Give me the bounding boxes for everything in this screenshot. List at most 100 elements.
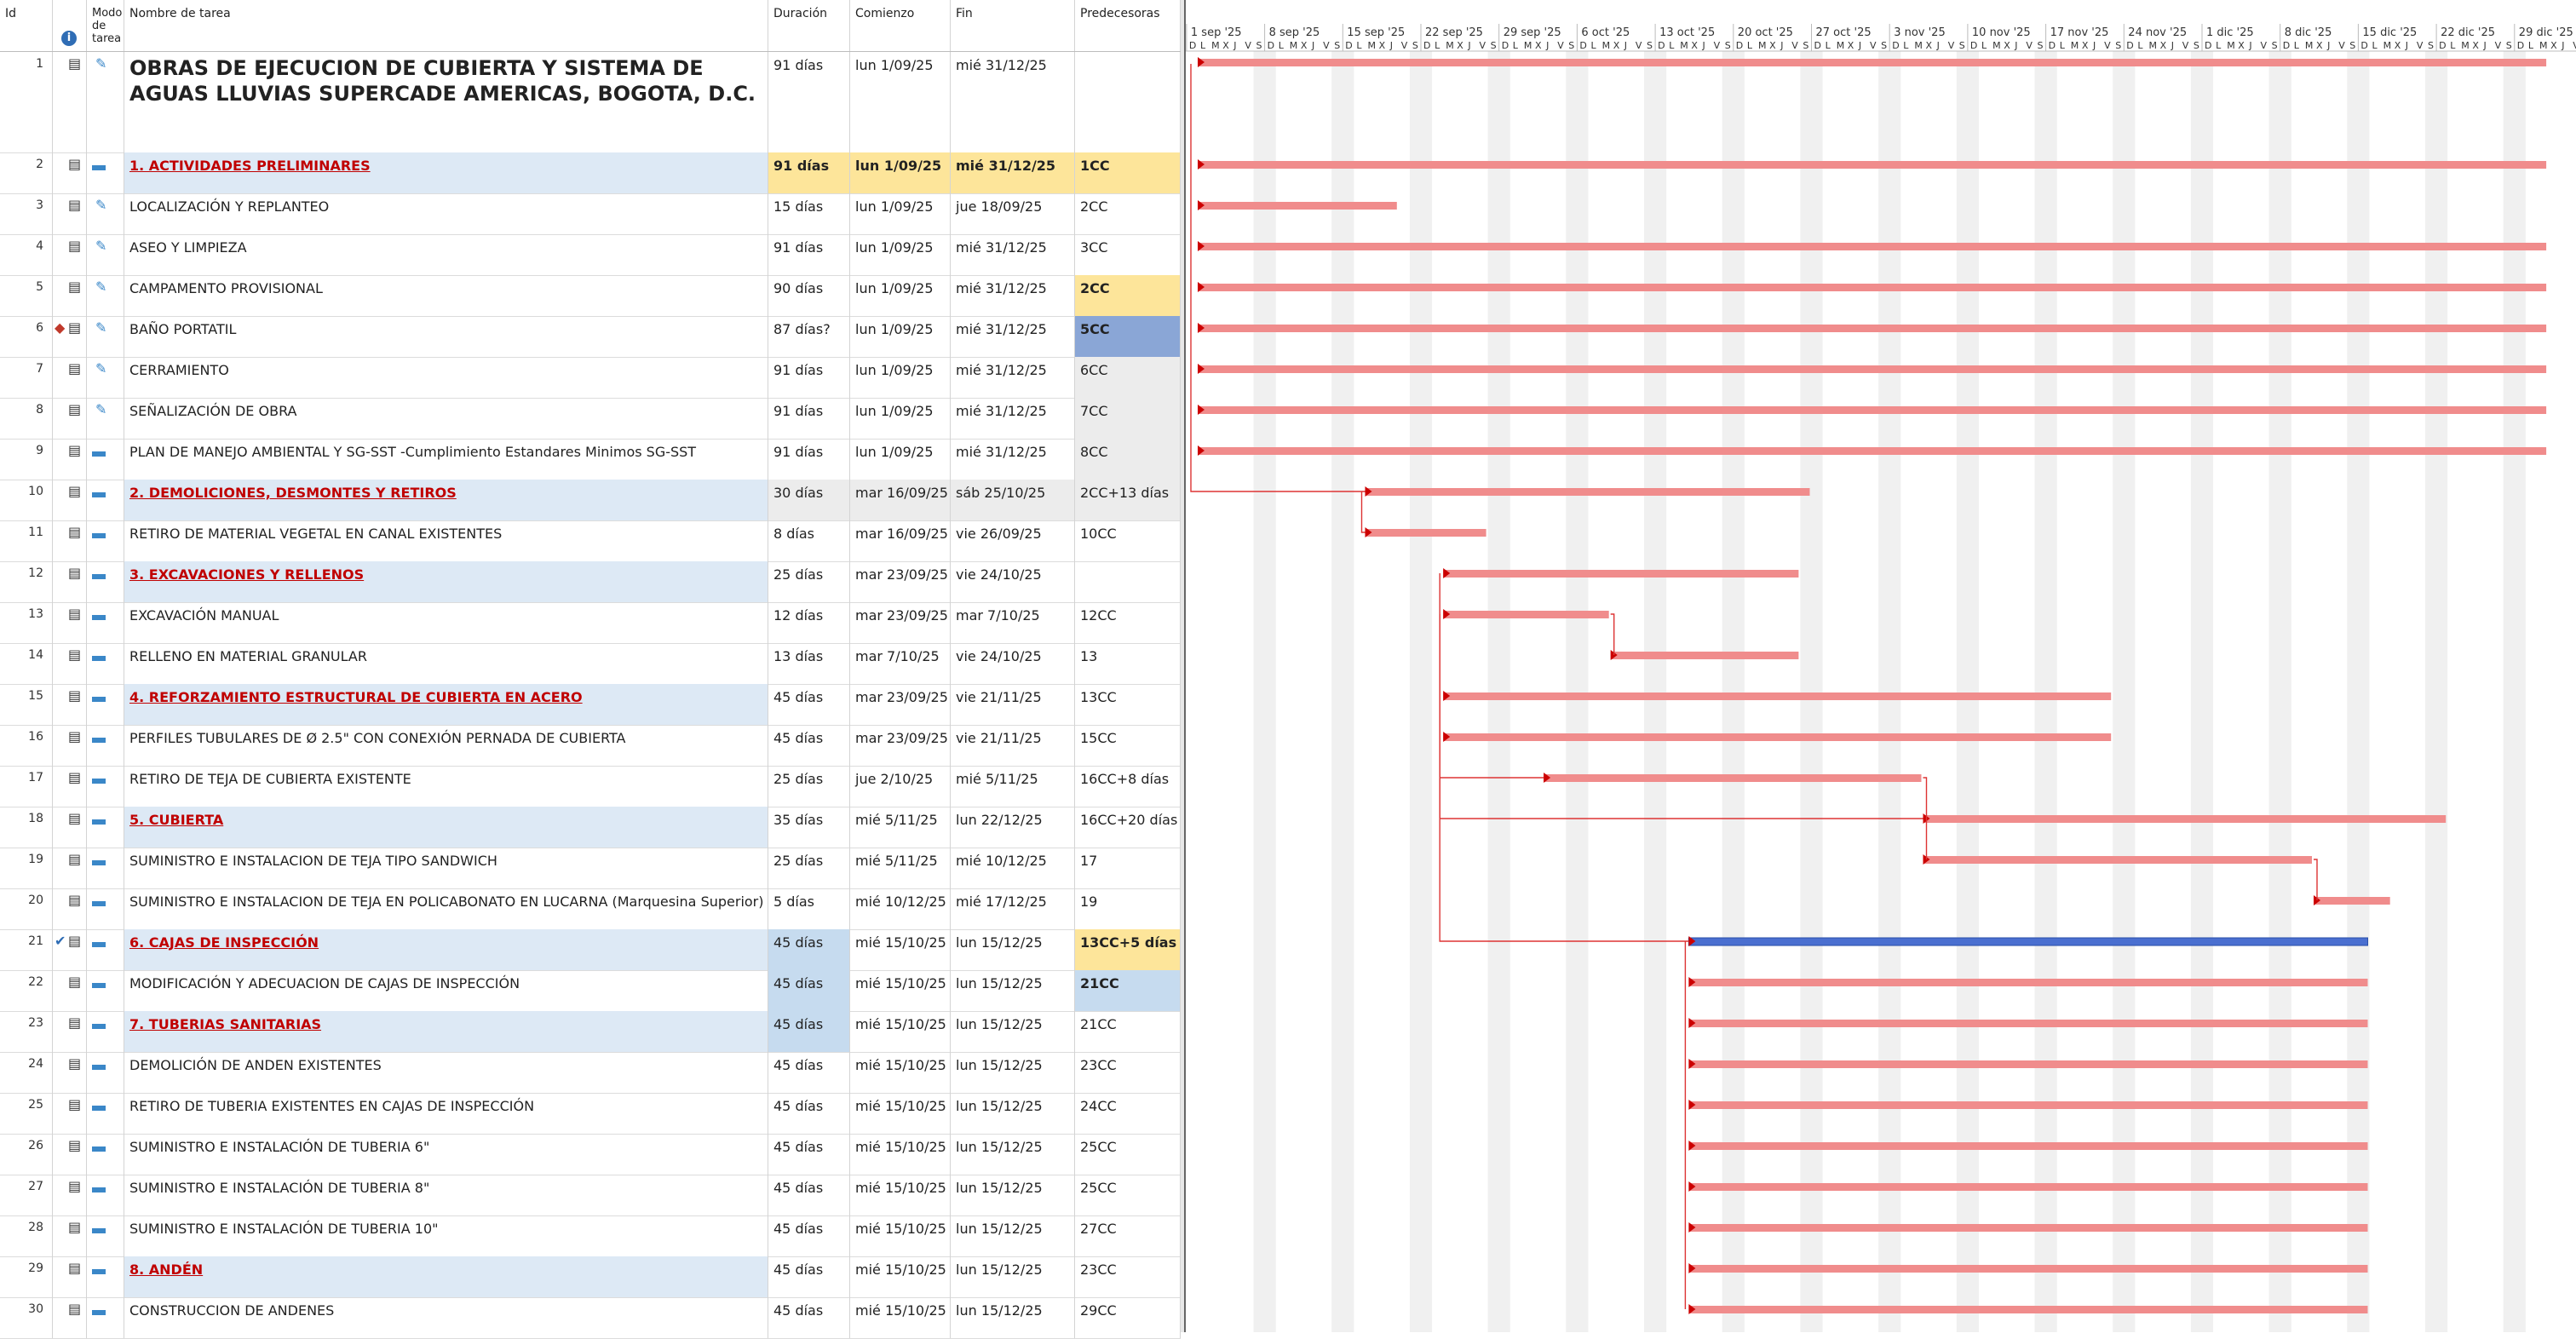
task-mode[interactable] xyxy=(87,1215,124,1256)
table-row[interactable]: 29 ▤ 8. ANDÉN 45 días mié 15/10/25 lun 15/12/… xyxy=(0,1256,1181,1298)
table-row[interactable]: 24 ▤ DEMOLICIÓN DE ANDEN EXISTENTES 45 días… xyxy=(0,1052,1181,1094)
task-predecessors[interactable]: 19 xyxy=(1075,888,1181,929)
task-duration[interactable]: 91 días xyxy=(768,439,850,480)
task-duration[interactable]: 30 días xyxy=(768,480,850,520)
task-mode[interactable] xyxy=(87,888,124,929)
task-start[interactable]: lun 1/09/25 xyxy=(850,152,951,193)
task-start[interactable]: mié 5/11/25 xyxy=(850,848,951,888)
col-header-name[interactable]: Nombre de tarea xyxy=(124,0,768,51)
task-name[interactable]: LOCALIZACIÓN Y REPLANTEO xyxy=(124,193,768,234)
table-row[interactable]: 5 ▤ ✎ CAMPAMENTO PROVISIONAL 90 días lun 1/09… xyxy=(0,275,1181,317)
table-row[interactable]: 4 ▤ ✎ ASEO Y LIMPIEZA 91 días lun 1/09/25 mié … xyxy=(0,234,1181,276)
task-mode[interactable] xyxy=(87,480,124,520)
task-duration[interactable]: 45 días xyxy=(768,1215,850,1256)
task-start[interactable]: mié 15/10/25 xyxy=(850,970,951,1011)
task-mode[interactable] xyxy=(87,848,124,888)
task-mode[interactable] xyxy=(87,520,124,561)
task-mode[interactable] xyxy=(87,602,124,643)
task-predecessors[interactable]: 23CC xyxy=(1075,1052,1181,1093)
task-start[interactable]: lun 1/09/25 xyxy=(850,275,951,316)
task-start[interactable]: mar 23/09/25 xyxy=(850,561,951,602)
task-finish[interactable]: vie 24/10/25 xyxy=(951,643,1075,684)
task-predecessors[interactable]: 21CC xyxy=(1075,1011,1181,1052)
task-mode[interactable] xyxy=(87,725,124,766)
task-duration[interactable]: 15 días xyxy=(768,193,850,234)
table-row[interactable]: 25 ▤ RETIRO DE TUBERIA EXISTENTES EN CAJAS… xyxy=(0,1093,1181,1135)
task-name[interactable]: SUMINISTRO E INSTALACION DE TEJA TIPO SA… xyxy=(124,848,768,888)
task-name[interactable]: RETIRO DE MATERIAL VEGETAL EN CANAL EXIS… xyxy=(124,520,768,561)
task-finish[interactable]: mié 31/12/25 xyxy=(951,234,1075,275)
task-mode[interactable] xyxy=(87,970,124,1011)
task-mode[interactable]: ✎ xyxy=(87,234,124,275)
task-start[interactable]: mar 23/09/25 xyxy=(850,684,951,725)
task-duration[interactable]: 13 días xyxy=(768,643,850,684)
table-row[interactable]: 11 ▤ RETIRO DE MATERIAL VEGETAL EN CANAL E… xyxy=(0,520,1181,562)
task-mode[interactable]: ✎ xyxy=(87,316,124,357)
task-predecessors[interactable]: 12CC xyxy=(1075,602,1181,643)
task-name[interactable]: RETIRO DE TEJA DE CUBIERTA EXISTENTE xyxy=(124,766,768,807)
task-name[interactable]: CERRAMIENTO xyxy=(124,357,768,398)
task-name[interactable]: PERFILES TUBULARES DE Ø 2.5" CON CONEXIÓ… xyxy=(124,725,768,766)
task-duration[interactable]: 91 días xyxy=(768,234,850,275)
col-header-finish[interactable]: Fin xyxy=(951,0,1075,51)
table-row[interactable]: 28 ▤ SUMINISTRO E INSTALACIÓN DE TUBERIA 1… xyxy=(0,1215,1181,1257)
task-predecessors[interactable]: 6CC xyxy=(1075,357,1181,398)
task-predecessors[interactable]: 7CC xyxy=(1075,398,1181,439)
table-row[interactable]: 3 ▤ ✎ LOCALIZACIÓN Y REPLANTEO 15 días lun 1/… xyxy=(0,193,1181,235)
task-mode[interactable]: ✎ xyxy=(87,398,124,439)
task-name[interactable]: BAÑO PORTATIL xyxy=(124,316,768,357)
task-predecessors[interactable]: 1CC xyxy=(1075,152,1181,193)
task-start[interactable]: mié 15/10/25 xyxy=(850,1093,951,1134)
task-predecessors[interactable]: 2CC xyxy=(1075,193,1181,234)
task-duration[interactable]: 45 días xyxy=(768,725,850,766)
task-finish[interactable]: mié 5/11/25 xyxy=(951,766,1075,807)
task-finish[interactable]: lun 15/12/25 xyxy=(951,1052,1075,1093)
task-mode[interactable]: ✎ xyxy=(87,357,124,398)
task-finish[interactable]: mar 7/10/25 xyxy=(951,602,1075,643)
task-predecessors[interactable]: 23CC xyxy=(1075,1256,1181,1297)
task-mode[interactable] xyxy=(87,1256,124,1297)
table-row[interactable]: 21 ✔ ▤ 6. CAJAS DE INSPECCIÓN 45 días mié 15/… xyxy=(0,929,1181,971)
task-mode[interactable]: ✎ xyxy=(87,193,124,234)
task-start[interactable]: mié 5/11/25 xyxy=(850,807,951,848)
task-predecessors[interactable]: 8CC xyxy=(1075,439,1181,480)
task-mode[interactable] xyxy=(87,1134,124,1175)
task-name[interactable]: SUMINISTRO E INSTALACIÓN DE TUBERIA 10" xyxy=(124,1215,768,1256)
task-finish[interactable]: lun 15/12/25 xyxy=(951,1256,1075,1297)
task-finish[interactable]: lun 15/12/25 xyxy=(951,1134,1075,1175)
task-duration[interactable]: 45 días xyxy=(768,1256,850,1297)
task-start[interactable]: lun 1/09/25 xyxy=(850,234,951,275)
task-mode[interactable] xyxy=(87,1052,124,1093)
table-row[interactable]: 26 ▤ SUMINISTRO E INSTALACIÓN DE TUBERIA 6… xyxy=(0,1134,1181,1175)
task-duration[interactable]: 90 días xyxy=(768,275,850,316)
task-finish[interactable]: vie 21/11/25 xyxy=(951,684,1075,725)
col-header-duration[interactable]: Duración xyxy=(768,0,850,51)
table-row[interactable]: 14 ▤ RELLENO EN MATERIAL GRANULAR 13 días ma… xyxy=(0,643,1181,685)
col-header-start[interactable]: Comienzo xyxy=(850,0,951,51)
table-row[interactable]: 2 ▤ 1. ACTIVIDADES PRELIMINARES 91 días lun … xyxy=(0,152,1181,194)
task-finish[interactable]: vie 26/09/25 xyxy=(951,520,1075,561)
task-finish[interactable]: jue 18/09/25 xyxy=(951,193,1075,234)
task-finish[interactable]: mié 31/12/25 xyxy=(951,398,1075,439)
col-header-id[interactable]: Id xyxy=(0,0,53,51)
task-duration[interactable]: 45 días xyxy=(768,1134,850,1175)
task-start[interactable]: mié 15/10/25 xyxy=(850,1052,951,1093)
task-name[interactable]: CAMPAMENTO PROVISIONAL xyxy=(124,275,768,316)
table-row[interactable]: 15 ▤ 4. REFORZAMIENTO ESTRUCTURAL DE CUBIE… xyxy=(0,684,1181,726)
table-row[interactable]: 27 ▤ SUMINISTRO E INSTALACIÓN DE TUBERIA 8… xyxy=(0,1175,1181,1216)
table-row[interactable]: 30 ▤ CONSTRUCCION DE ANDENES 45 días mié 15/… xyxy=(0,1297,1181,1339)
task-duration[interactable]: 12 días xyxy=(768,602,850,643)
task-duration[interactable]: 45 días xyxy=(768,684,850,725)
task-start[interactable]: mar 16/09/25 xyxy=(850,480,951,520)
task-predecessors[interactable]: 15CC xyxy=(1075,725,1181,766)
task-duration[interactable]: 87 días? xyxy=(768,316,850,357)
task-finish[interactable]: vie 24/10/25 xyxy=(951,561,1075,602)
task-predecessors[interactable]: 5CC xyxy=(1075,316,1181,357)
task-name[interactable]: ASEO Y LIMPIEZA xyxy=(124,234,768,275)
table-row[interactable]: 6 ◆ ▤ ✎ BAÑO PORTATIL 87 días? lun 1/09/25 mié … xyxy=(0,316,1181,358)
task-predecessors[interactable] xyxy=(1075,561,1181,602)
task-start[interactable]: lun 1/09/25 xyxy=(850,316,951,357)
task-duration[interactable]: 91 días xyxy=(768,357,850,398)
task-duration[interactable]: 91 días xyxy=(768,52,850,152)
task-start[interactable]: jue 2/10/25 xyxy=(850,766,951,807)
